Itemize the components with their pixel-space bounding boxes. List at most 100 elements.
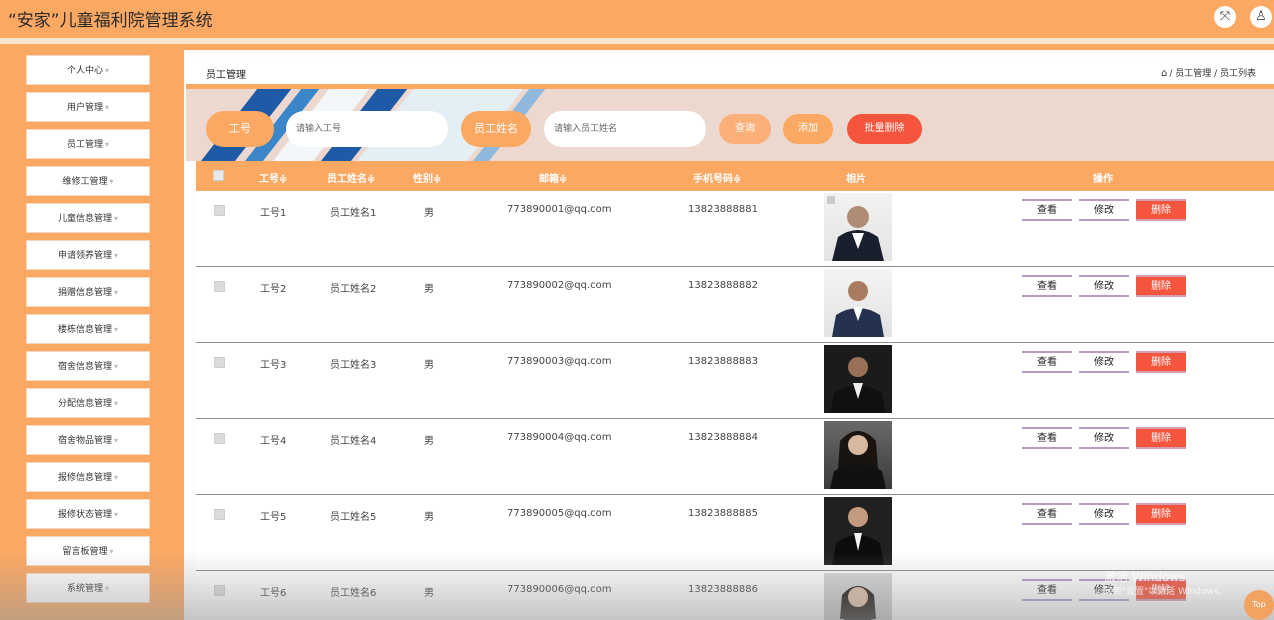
employee-id-label: 工号 xyxy=(206,111,274,147)
col-gender[interactable]: 性别≑ xyxy=(413,170,441,185)
delete-button[interactable]: 删除 xyxy=(1136,199,1186,221)
top-bar: “安家”儿童福利院管理系统 ⤧ ♙ xyxy=(0,0,1274,38)
edit-button[interactable]: 修改 xyxy=(1079,199,1129,221)
chevron-down-icon: ▾ xyxy=(114,325,119,334)
chevron-down-icon: ▾ xyxy=(114,251,119,260)
cell-phone: 13823888884 xyxy=(688,432,758,443)
home-icon[interactable]: ⌂ xyxy=(1161,68,1167,79)
col-phone[interactable]: 手机号码≑ xyxy=(693,170,741,185)
chevron-down-icon: ▾ xyxy=(114,288,119,297)
search-panel: 工号 员工姓名 查询 添加 批量删除 xyxy=(186,89,1274,161)
sidebar-item-dorm-items[interactable]: 宿舍物品管理 ▾ xyxy=(26,425,150,455)
cell-gender: 男 xyxy=(424,512,434,523)
page-header: 员工管理 ⌂ / 员工管理 / 员工列表 xyxy=(186,58,1274,84)
sidebar-item-allocation[interactable]: 分配信息管理 ▾ xyxy=(26,388,150,418)
select-all-checkbox[interactable] xyxy=(213,170,224,181)
person-photo-icon xyxy=(830,431,886,489)
row-checkbox[interactable] xyxy=(214,585,225,596)
cell-email: 773890006@qq.com xyxy=(507,584,612,595)
delete-button[interactable]: 删除 xyxy=(1136,351,1186,373)
employee-photo xyxy=(824,269,892,337)
query-button[interactable]: 查询 xyxy=(719,114,771,144)
sidebar-item-repair-workers[interactable]: 维修工管理 ▾ xyxy=(26,166,150,196)
chevron-down-icon: ▾ xyxy=(114,214,119,223)
col-email[interactable]: 邮箱≑ xyxy=(539,170,567,185)
col-employee-name[interactable]: 员工姓名≑ xyxy=(327,170,375,185)
edit-button[interactable]: 修改 xyxy=(1079,351,1129,373)
view-button[interactable]: 查看 xyxy=(1022,275,1072,297)
sidebar-item-employees[interactable]: 员工管理 ▾ xyxy=(26,129,150,159)
sidebar-item-system[interactable]: 系统管理 ▾ xyxy=(26,573,150,603)
edit-button[interactable]: 修改 xyxy=(1079,427,1129,449)
sidebar-item-children[interactable]: 儿童信息管理 ▾ xyxy=(26,203,150,233)
sidebar-item-dormitories[interactable]: 宿舍信息管理 ▾ xyxy=(26,351,150,381)
cell-email: 773890005@qq.com xyxy=(507,508,612,519)
cell-employee-name: 员工姓名2 xyxy=(330,284,377,295)
row-checkbox[interactable] xyxy=(214,205,225,216)
cell-employee-id: 工号2 xyxy=(260,284,287,295)
delete-button[interactable]: 删除 xyxy=(1136,427,1186,449)
delete-button[interactable]: 删除 xyxy=(1136,503,1186,525)
view-button[interactable]: 查看 xyxy=(1022,427,1072,449)
row-checkbox[interactable] xyxy=(214,433,225,444)
employee-table: 工号≑ 员工姓名≑ 性别≑ 邮箱≑ 手机号码≑ 相片 操作 工号1 员工姓名1 … xyxy=(196,161,1274,620)
person-photo-icon xyxy=(830,357,886,413)
chevron-down-icon: ▾ xyxy=(109,177,114,186)
view-button[interactable]: 查看 xyxy=(1022,351,1072,373)
cell-gender: 男 xyxy=(424,360,434,371)
back-to-top-button[interactable]: Top xyxy=(1244,590,1274,620)
cell-email: 773890003@qq.com xyxy=(507,356,612,367)
row-checkbox[interactable] xyxy=(214,509,225,520)
view-button[interactable]: 查看 xyxy=(1022,199,1072,221)
row-checkbox[interactable] xyxy=(214,357,225,368)
employee-id-input[interactable] xyxy=(286,111,448,147)
view-button[interactable]: 查看 xyxy=(1022,579,1072,601)
view-button[interactable]: 查看 xyxy=(1022,503,1072,525)
cell-gender: 男 xyxy=(424,208,434,219)
chevron-down-icon: ▾ xyxy=(109,547,114,556)
employee-name-label: 员工姓名 xyxy=(461,111,531,147)
batch-delete-button[interactable]: 批量删除 xyxy=(847,114,922,144)
cell-employee-name: 员工姓名6 xyxy=(330,588,377,599)
sidebar-item-users[interactable]: 用户管理 ▾ xyxy=(26,92,150,122)
cell-employee-name: 员工姓名5 xyxy=(330,512,377,523)
person-photo-icon xyxy=(827,196,884,261)
sidebar-item-repair-requests[interactable]: 报修信息管理 ▾ xyxy=(26,462,150,492)
employee-photo xyxy=(824,497,892,565)
chevron-down-icon: ▾ xyxy=(105,140,110,149)
table-row: 工号2 员工姓名2 男 773890002@qq.com 13823888882… xyxy=(196,267,1274,343)
cell-email: 773890001@qq.com xyxy=(507,204,612,215)
cell-gender: 男 xyxy=(424,436,434,447)
row-checkbox[interactable] xyxy=(214,281,225,292)
sidebar-item-message-board[interactable]: 留言板管理 ▾ xyxy=(26,536,150,566)
cell-employee-name: 员工姓名1 xyxy=(330,208,377,219)
sidebar-item-donations[interactable]: 捐赠信息管理 ▾ xyxy=(26,277,150,307)
delete-button[interactable]: 删除 xyxy=(1136,275,1186,297)
table-row: 工号3 员工姓名3 男 773890003@qq.com 13823888883… xyxy=(196,343,1274,419)
cell-email: 773890004@qq.com xyxy=(507,432,612,443)
chevron-down-icon: ▾ xyxy=(114,362,119,371)
expand-icon[interactable]: ⤧ xyxy=(1214,6,1236,28)
sidebar-item-buildings[interactable]: 楼栋信息管理 ▾ xyxy=(26,314,150,344)
employee-photo xyxy=(824,573,892,620)
cell-employee-name: 员工姓名4 xyxy=(330,436,377,447)
col-actions: 操作 xyxy=(1093,174,1113,185)
employee-photo xyxy=(824,421,892,489)
table-row: 工号5 员工姓名5 男 773890005@qq.com 13823888885… xyxy=(196,495,1274,571)
sidebar-item-personal-center[interactable]: 个人中心 ▾ xyxy=(26,55,150,85)
breadcrumb: ⌂ / 员工管理 / 员工列表 xyxy=(1160,68,1256,79)
sidebar-item-repair-status[interactable]: 报修状态管理 ▾ xyxy=(26,499,150,529)
add-button[interactable]: 添加 xyxy=(783,114,833,144)
edit-button[interactable]: 修改 xyxy=(1079,275,1129,297)
employee-photo xyxy=(824,193,892,261)
user-icon[interactable]: ♙ xyxy=(1250,6,1272,28)
sidebar-item-adoption[interactable]: 申请领养管理 ▾ xyxy=(26,240,150,270)
edit-button[interactable]: 修改 xyxy=(1079,503,1129,525)
cell-phone: 13823888886 xyxy=(688,584,758,595)
chevron-down-icon: ▾ xyxy=(105,66,110,75)
col-employee-id[interactable]: 工号≑ xyxy=(259,170,287,185)
employee-name-input[interactable] xyxy=(544,111,706,147)
col-photo: 相片 xyxy=(846,174,866,185)
chevron-down-icon: ▾ xyxy=(114,473,119,482)
cell-gender: 男 xyxy=(424,284,434,295)
